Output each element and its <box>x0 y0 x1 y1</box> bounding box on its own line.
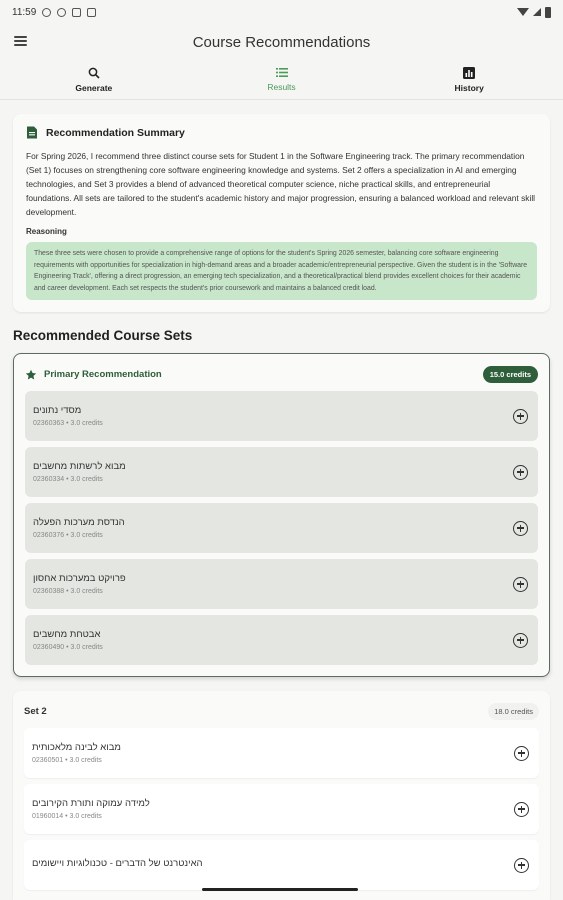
course-meta: 02360363 • 3.0 credits <box>33 420 103 428</box>
tab-label: Generate <box>75 82 113 93</box>
clock: 11:59 <box>12 6 37 18</box>
course-name: הנדסת מערכות הפעלה <box>33 517 125 529</box>
google-icon <box>57 7 67 17</box>
course-item: האינטרנט של הדברים - טכנולוגיות ויישומים <box>24 840 539 891</box>
course-item: מסדי נתונים 02360363 • 3.0 credits <box>25 391 538 442</box>
notification-icon <box>42 7 52 17</box>
tab-label: History <box>454 82 484 93</box>
document-icon <box>27 126 37 139</box>
page-title: Course Recommendations <box>192 33 371 51</box>
sim-icon <box>87 7 97 17</box>
section-title: Recommended Course Sets <box>13 328 193 344</box>
add-course-icon[interactable] <box>514 857 529 873</box>
course-item: הנדסת מערכות הפעלה 02360376 • 3.0 credit… <box>25 503 538 554</box>
credits-badge: 15.0 credits <box>482 366 538 384</box>
add-course-icon[interactable] <box>513 464 528 480</box>
course-name: מבוא לבינה מלאכותית <box>32 742 121 754</box>
summary-text: For Spring 2026, I recommend three disti… <box>26 151 536 217</box>
set-title: Set 2 <box>24 706 47 718</box>
course-item: אבטחת מחשבים 02360490 • 3.0 credits <box>25 615 538 666</box>
course-meta: 02360388 • 3.0 credits <box>33 588 103 596</box>
primary-recommendation-card: Primary Recommendation 15.0 credits מסדי… <box>13 353 550 678</box>
course-item: פרויקט במערכות אחסון 02360388 • 3.0 cred… <box>25 559 538 610</box>
course-meta: 02360376 • 3.0 credits <box>33 532 103 540</box>
summary-title: Recommendation Summary <box>46 126 185 139</box>
course-name: למידה עמוקה ותורת הקירובים <box>32 798 150 810</box>
status-bar: 11:59 <box>0 0 563 24</box>
course-meta: 02360501 • 3.0 credits <box>32 757 102 765</box>
set-2-card: Set 2 18.0 credits מבוא לבינה מלאכותית 0… <box>13 691 550 900</box>
course-name: אבטחת מחשבים <box>33 629 101 641</box>
add-course-icon[interactable] <box>514 745 529 761</box>
course-item: למידה עמוקה ותורת הקירובים 01960014 • 3.… <box>24 784 539 835</box>
search-icon <box>88 67 100 79</box>
list-icon <box>275 68 288 77</box>
course-meta: 02360334 • 3.0 credits <box>33 476 103 484</box>
add-course-icon[interactable] <box>514 801 529 817</box>
reasoning-text: These three sets were chosen to provide … <box>26 242 537 301</box>
course-name: מבוא לרשתות מחשבים <box>33 461 126 473</box>
recommendation-summary-card: Recommendation Summary For Spring 2026, … <box>13 114 550 313</box>
credits-badge: 18.0 credits <box>488 703 539 721</box>
wifi-icon <box>517 8 529 16</box>
signal-icon <box>533 8 541 16</box>
star-icon <box>25 369 37 380</box>
home-indicator[interactable] <box>202 888 358 891</box>
set-title: Primary Recommendation <box>44 369 162 381</box>
tab-results[interactable]: Results <box>188 60 376 99</box>
add-course-icon[interactable] <box>513 576 528 592</box>
course-item: מבוא לרשתות מחשבים 02360334 • 3.0 credit… <box>25 447 538 498</box>
tab-bar: Generate Results History <box>0 60 563 100</box>
menu-icon[interactable] <box>14 36 27 46</box>
course-name: פרויקט במערכות אחסון <box>33 573 126 585</box>
add-course-icon[interactable] <box>513 632 528 648</box>
tab-label: Results <box>267 82 296 92</box>
results-content: Recommendation Summary For Spring 2026, … <box>0 100 563 900</box>
tab-history[interactable]: History <box>375 60 563 99</box>
course-item: מבוא לבינה מלאכותית 02360501 • 3.0 credi… <box>24 728 539 779</box>
app-bar: Course Recommendations <box>0 24 563 60</box>
add-course-icon[interactable] <box>513 520 528 536</box>
add-course-icon[interactable] <box>513 408 528 424</box>
course-name: האינטרנט של הדברים - טכנולוגיות ויישומים <box>32 857 203 869</box>
reasoning-label: Reasoning <box>26 227 67 236</box>
course-name: מסדי נתונים <box>33 405 82 417</box>
tab-generate[interactable]: Generate <box>0 60 188 99</box>
battery-icon <box>545 6 551 18</box>
chart-icon <box>463 66 476 79</box>
course-meta: 02360490 • 3.0 credits <box>33 644 103 652</box>
course-meta: 01960014 • 3.0 credits <box>32 813 102 821</box>
lock-icon <box>72 7 82 17</box>
